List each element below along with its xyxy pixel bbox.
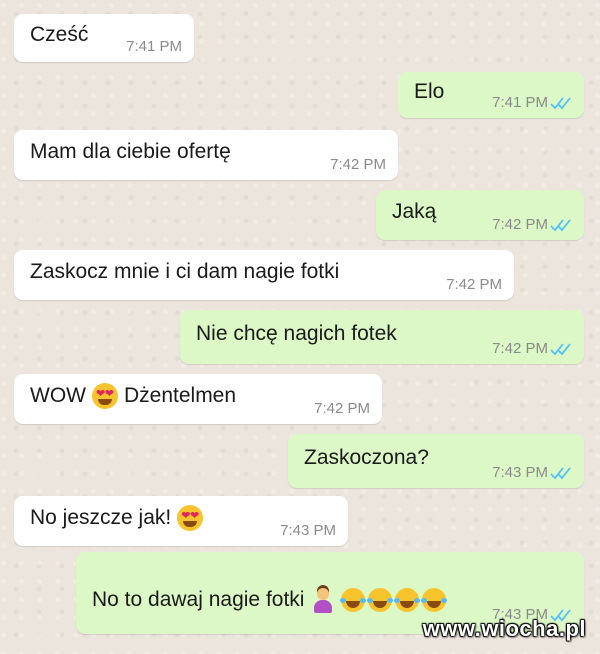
message-incoming[interactable]: WOW ❤ ❤ Dżentelmen 7:42 PM [14, 374, 382, 424]
message-text: No to dawaj nagie fotki [92, 587, 448, 613]
message-text: Mam dla ciebie ofertę [30, 140, 231, 163]
message-text: Zaskoczona? [304, 446, 429, 469]
message-outgoing[interactable]: Elo 7:41 PM [398, 72, 584, 118]
tears-of-joy-emoji-icon [367, 588, 394, 612]
message-outgoing[interactable]: Nie chcę nagich fotek 7:42 PM [180, 310, 584, 364]
tears-of-joy-emoji-icon [421, 588, 448, 612]
heart-eyes-emoji-icon: ❤ ❤ [177, 505, 204, 531]
message-incoming[interactable]: No jeszcze jak! ❤ ❤ 7:43 PM [14, 496, 348, 546]
person-shrugging-emoji-icon [312, 587, 334, 613]
message-time: 7:42 PM [474, 340, 572, 364]
message-time: 7:41 PM [474, 94, 572, 118]
message-time: 7:41 PM [126, 38, 182, 55]
read-ticks-icon [550, 218, 572, 232]
message-outgoing[interactable]: Jaką 7:42 PM [376, 190, 584, 240]
message-text: Zaskocz mnie i ci dam nagie fotki [30, 260, 340, 283]
message-incoming[interactable]: Mam dla ciebie ofertę 7:42 PM [14, 130, 398, 180]
message-time: 7:43 PM [280, 522, 336, 539]
message-incoming[interactable]: Zaskocz mnie i ci dam nagie fotki 7:42 P… [14, 250, 514, 300]
tears-of-joy-emoji-icon [394, 588, 421, 612]
read-ticks-icon [550, 342, 572, 356]
message-text: No jeszcze jak! ❤ ❤ [30, 505, 209, 531]
message-time: 7:42 PM [314, 400, 370, 417]
message-time: 7:42 PM [446, 276, 502, 293]
message-text: Jaką [392, 200, 437, 223]
message-text: Nie chcę nagich fotek [196, 322, 397, 345]
message-text: Elo [414, 80, 445, 103]
message-text: WOW ❤ ❤ Dżentelmen [30, 383, 237, 409]
message-time: 7:42 PM [330, 156, 386, 173]
watermark: www.wiocha.pl [422, 616, 586, 641]
read-ticks-icon [550, 466, 572, 480]
message-outgoing[interactable]: Zaskoczona? 7:43 PM [288, 434, 584, 488]
message-time: 7:42 PM [474, 216, 572, 240]
tears-of-joy-emoji-icon [340, 588, 367, 612]
chat-thread: Cześć 7:41 PM Elo 7:41 PM Mam dla ciebie… [0, 0, 600, 654]
heart-eyes-emoji-icon: ❤ ❤ [91, 383, 118, 409]
message-incoming[interactable]: Cześć 7:41 PM [14, 14, 194, 62]
message-text: Cześć [30, 23, 89, 46]
message-time: 7:43 PM [474, 464, 572, 488]
read-ticks-icon [550, 96, 572, 110]
